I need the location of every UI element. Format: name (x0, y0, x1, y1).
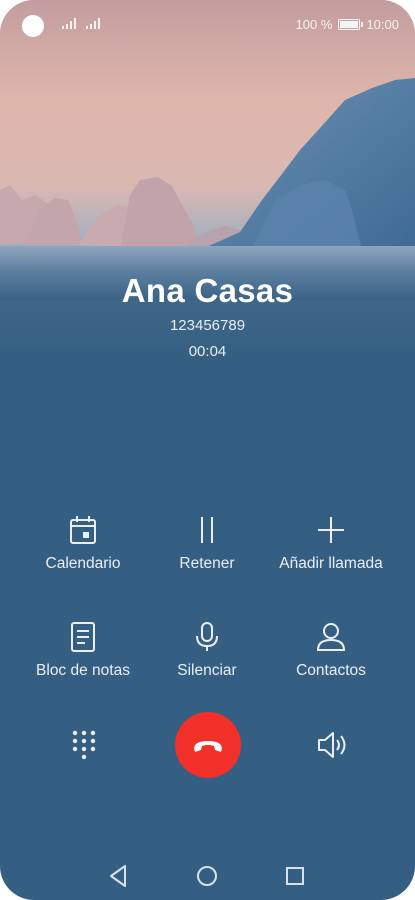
hold-button[interactable]: Retener (138, 513, 276, 573)
call-duration: 00:04 (188, 343, 227, 360)
end-call-button[interactable] (175, 712, 241, 778)
battery-percentage: 100 % (295, 17, 333, 32)
add-call-button[interactable]: Añadir llamada (262, 513, 400, 573)
notes-button[interactable]: Bloc de notas (14, 620, 152, 680)
status-indicators: 100 % 10:00 (296, 17, 399, 32)
notes-label: Bloc de notas (36, 662, 130, 679)
contacts-label: Contactos (296, 662, 366, 679)
front-camera (22, 15, 44, 37)
recents-icon[interactable] (286, 867, 304, 885)
calendar-label: Calendario (45, 555, 121, 572)
calendar-icon (70, 516, 96, 544)
speaker-icon[interactable] (316, 730, 350, 760)
mute-label: Silenciar (177, 662, 237, 679)
mute-button[interactable]: Silenciar (138, 620, 276, 680)
plus-icon (318, 517, 344, 543)
signal-icon (86, 18, 100, 29)
status-bar: 100 % 10:00 (0, 0, 415, 50)
home-icon[interactable] (197, 866, 217, 886)
hold-label: Retener (179, 555, 235, 572)
end-call-icon (194, 741, 222, 752)
contact-name: Ana Casas (121, 272, 294, 309)
clock: 10:00 (366, 17, 399, 32)
microphone-icon (196, 622, 218, 651)
dialpad-icon[interactable] (71, 729, 97, 761)
call-screen: 100 % 10:00 Ana Casas 123456789 00:04 Ca… (0, 0, 415, 900)
phone-number: 123456789 (169, 317, 246, 334)
battery-icon (338, 19, 364, 30)
add-call-label: Añadir llamada (279, 555, 383, 572)
pause-icon (201, 517, 213, 543)
notes-icon (71, 622, 95, 652)
person-icon (316, 623, 346, 651)
back-icon[interactable] (110, 865, 126, 887)
contacts-button[interactable]: Contactos (262, 620, 400, 680)
navigation-bar (110, 865, 304, 887)
signal-icon (62, 18, 76, 29)
calendar-button[interactable]: Calendario (14, 513, 152, 573)
